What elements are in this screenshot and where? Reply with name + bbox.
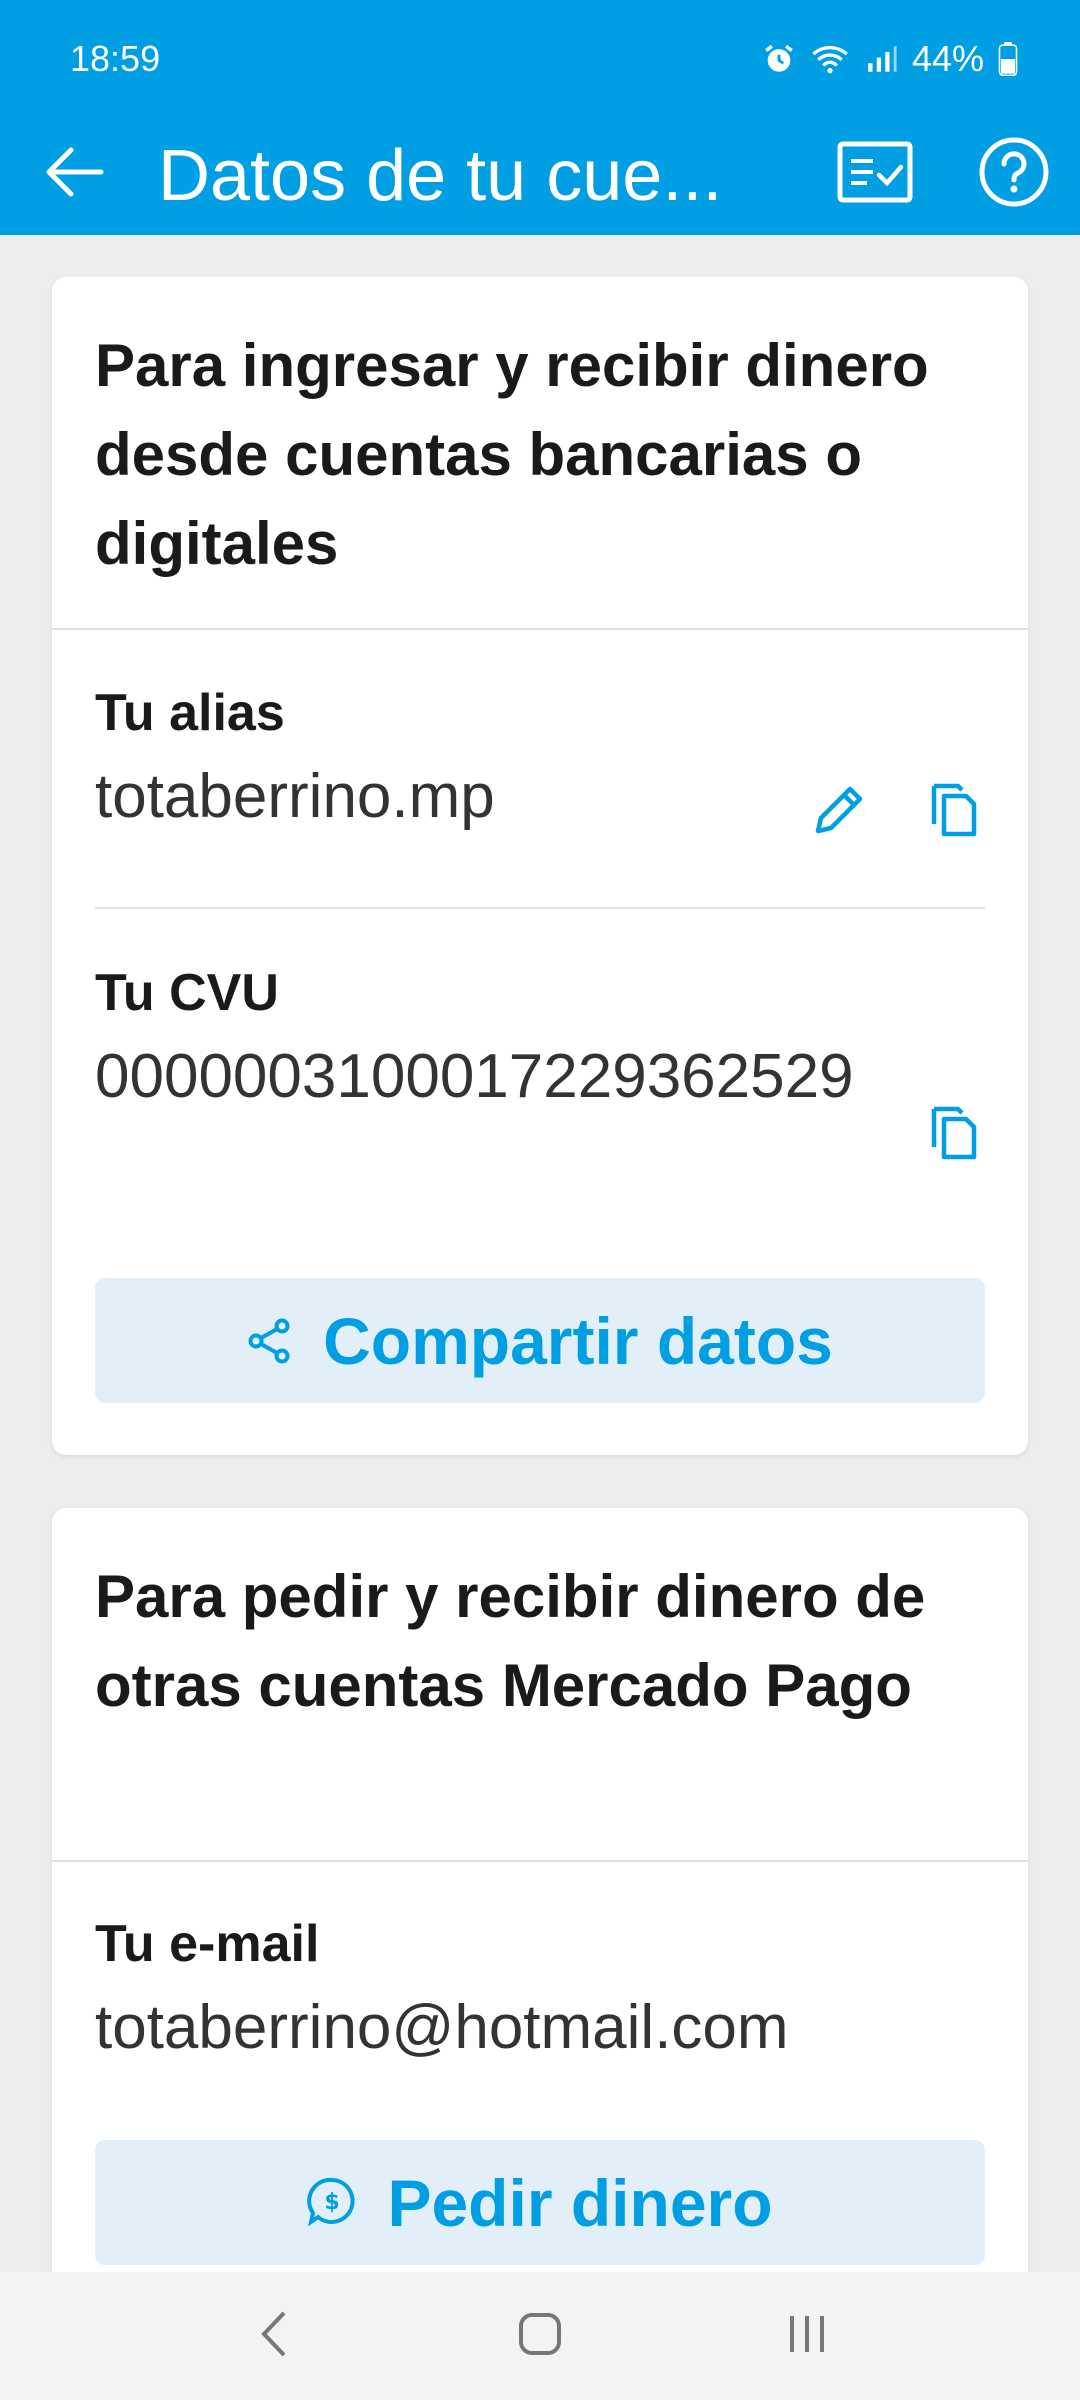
bank-data-heading: Para ingresar y recibir dinero desde cue… bbox=[52, 277, 1028, 630]
wifi-icon bbox=[810, 42, 850, 76]
cvu-label: Tu CVU bbox=[95, 964, 279, 1022]
alarm-icon bbox=[762, 42, 796, 76]
cvu-row: Tu CVU 0000003100017229362529 bbox=[95, 962, 895, 1121]
edit-alias-button[interactable] bbox=[799, 772, 879, 852]
status-bar: 18:59 44% bbox=[0, 0, 1080, 118]
signal-icon bbox=[864, 42, 898, 76]
divider bbox=[95, 907, 985, 909]
nav-home-button[interactable] bbox=[490, 2286, 590, 2386]
cvu-value: 0000003100017229362529 bbox=[95, 1042, 854, 1111]
copy-cvu-button[interactable] bbox=[914, 1095, 994, 1175]
chevron-left-icon bbox=[256, 2309, 290, 2364]
toolbar: Datos de tu cue... bbox=[0, 118, 1080, 235]
help-button[interactable] bbox=[972, 132, 1056, 216]
system-nav-bar bbox=[0, 2272, 1080, 2400]
alias-label: Tu alias bbox=[95, 684, 285, 742]
arrow-left-icon bbox=[43, 147, 105, 202]
status-time: 18:59 bbox=[70, 38, 161, 79]
mercado-pago-heading: Para pedir y recibir dinero de otras cue… bbox=[52, 1508, 1028, 1862]
account-details-button[interactable] bbox=[833, 132, 917, 216]
request-money-button[interactable]: $ Pedir dinero bbox=[95, 2140, 985, 2265]
share-data-button[interactable]: Compartir datos bbox=[95, 1278, 985, 1403]
recents-icon bbox=[784, 2311, 830, 2362]
home-icon bbox=[517, 2311, 563, 2362]
back-button[interactable] bbox=[38, 138, 110, 210]
svg-text:$: $ bbox=[325, 2190, 340, 2215]
app-bar: 18:59 44% Datos de tu cue... bbox=[0, 0, 1080, 235]
help-circle-icon bbox=[978, 136, 1050, 213]
copy-icon bbox=[928, 780, 980, 845]
share-data-label: Compartir datos bbox=[323, 1303, 833, 1378]
page-title: Datos de tu cue... bbox=[158, 136, 723, 216]
copy-alias-button[interactable] bbox=[914, 772, 994, 852]
status-icons: 44% bbox=[762, 38, 1018, 80]
email-label: Tu e-mail bbox=[95, 1915, 320, 1973]
battery-icon bbox=[998, 42, 1018, 76]
nav-back-button[interactable] bbox=[223, 2286, 323, 2386]
email-value: totaberrino@hotmail.com bbox=[95, 1993, 789, 2062]
money-request-icon: $ bbox=[307, 2165, 357, 2241]
checklist-icon bbox=[837, 141, 913, 208]
nav-recents-button[interactable] bbox=[757, 2286, 857, 2386]
bank-data-card: Para ingresar y recibir dinero desde cue… bbox=[52, 277, 1028, 1455]
battery-percent: 44% bbox=[911, 38, 984, 79]
request-money-label: Pedir dinero bbox=[387, 2165, 773, 2240]
pencil-icon bbox=[810, 781, 868, 844]
share-icon bbox=[247, 1303, 293, 1379]
email-row: Tu e-mail totaberrino@hotmail.com bbox=[95, 1913, 985, 2072]
copy-icon bbox=[928, 1103, 980, 1168]
mercado-pago-card: Para pedir y recibir dinero de otras cue… bbox=[52, 1508, 1028, 2308]
